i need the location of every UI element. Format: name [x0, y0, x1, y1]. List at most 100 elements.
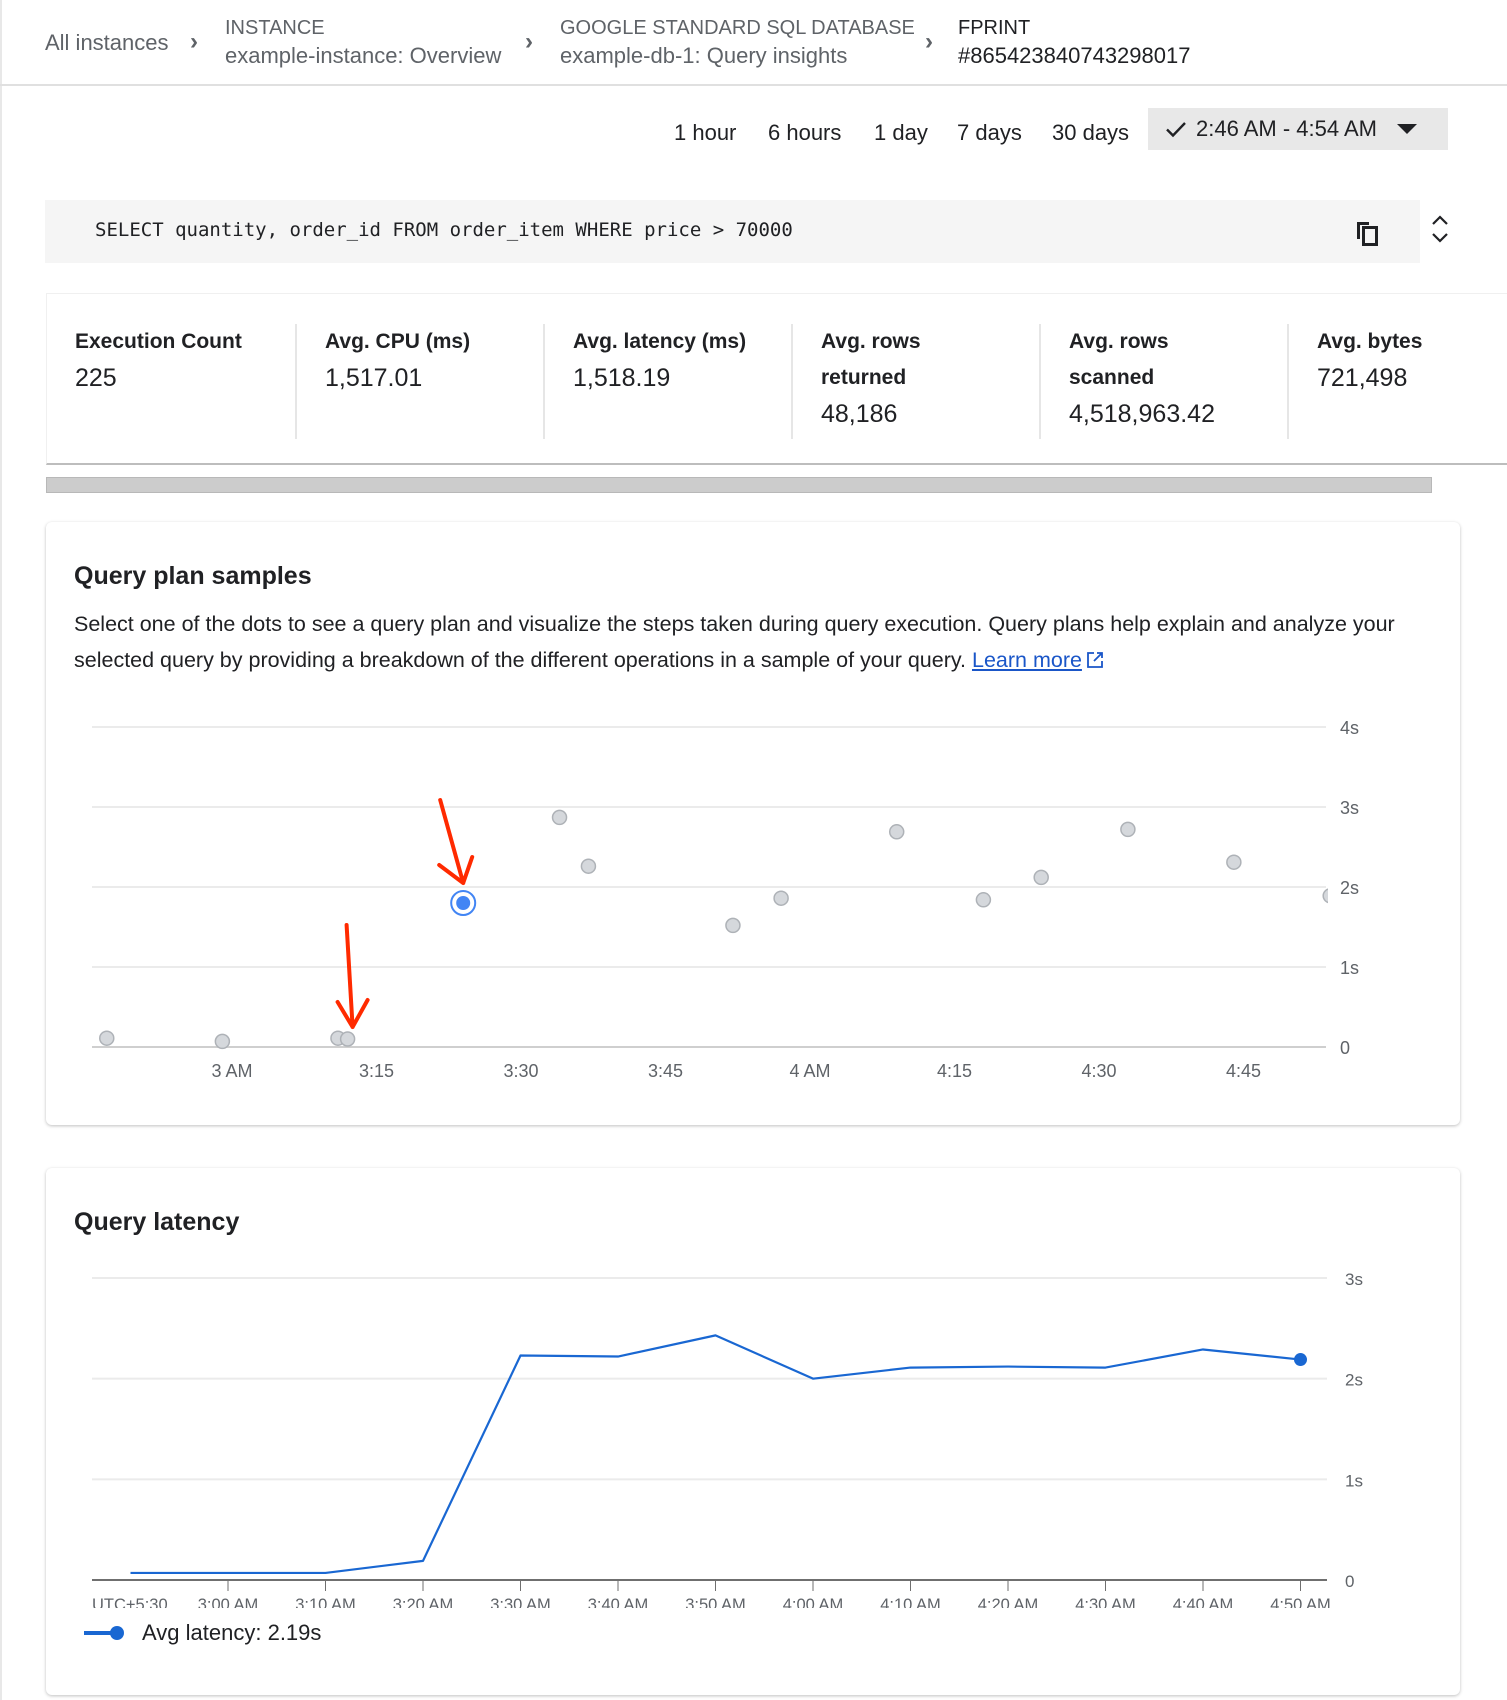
- dropdown-arrow-icon: [1396, 124, 1417, 134]
- card-title: Query plan samples: [74, 562, 312, 590]
- sample-dot[interactable]: [1120, 821, 1136, 838]
- annotation-arrow: [335, 923, 370, 1029]
- sample-dot[interactable]: [725, 917, 741, 934]
- external-link-icon: [1087, 652, 1103, 668]
- x-tick-label: 4:50 AM: [1270, 1596, 1331, 1608]
- sample-dot[interactable]: [773, 890, 789, 906]
- breadcrumb-database[interactable]: GOOGLE STANDARD SQL DATABASE example-db-…: [560, 16, 915, 72]
- x-tick-label: 3:30 AM: [490, 1596, 551, 1608]
- query-plan-scatter-chart: 0 1s 2s 3s 4s 3 AM 3:15 3:30 3:45 4 AM 4:15 4:30 4:4…: [92, 718, 1359, 1081]
- x-tick-label: 4:45: [1226, 1061, 1261, 1081]
- chart-legend: Avg latency: 2.19s: [84, 1620, 321, 1646]
- stat-value: 4,518,963.42: [1069, 400, 1215, 428]
- legend-swatch: [84, 1626, 124, 1640]
- x-tick-label: 3:45: [648, 1061, 683, 1081]
- sample-dot[interactable]: [580, 858, 597, 874]
- stat-value: 721,498: [1317, 364, 1408, 392]
- stat-label: Avg. bytes: [1317, 330, 1423, 353]
- stat-value: 1,518.19: [573, 364, 671, 392]
- sample-dot[interactable]: [975, 892, 992, 908]
- breadcrumb-all-instances[interactable]: All instances: [45, 30, 169, 56]
- annotation-arrow: [437, 798, 475, 885]
- x-tick-label: 4:30 AM: [1075, 1596, 1136, 1608]
- legend-value: 2.19s: [267, 1620, 322, 1645]
- card-description: Select one of the dots to see a query pl…: [74, 606, 1444, 678]
- chevron-right-icon: ›: [525, 28, 533, 55]
- y-tick-label: 3s: [1340, 798, 1359, 818]
- stat-avg-rows-scanned: Avg. rows scanned 4,518,963.42: [1039, 324, 1287, 439]
- selected-sample-dot[interactable]: [456, 896, 471, 910]
- y-tick-label: 2s: [1340, 878, 1359, 898]
- x-tick-label: UTC+5:30: [92, 1596, 168, 1608]
- y-tick-label: 1s: [1340, 958, 1359, 978]
- sample-dot[interactable]: [888, 824, 905, 840]
- x-tick-label: 4:00 AM: [783, 1596, 844, 1608]
- chevron-right-icon: ›: [190, 28, 198, 55]
- stat-value: 48,186: [821, 400, 898, 428]
- breadcrumb-fingerprint: FPRINT #865423840743298017: [958, 16, 1190, 72]
- x-tick-label: 3:15: [359, 1061, 394, 1081]
- stat-value: 1,517.01: [325, 364, 423, 392]
- y-tick-label: 0: [1340, 1038, 1350, 1058]
- x-tick-label: 3:10 AM: [295, 1596, 356, 1608]
- check-icon: [1166, 122, 1186, 138]
- y-tick-label: 1s: [1345, 1471, 1363, 1490]
- query-text: SELECT quantity, order_id FROM order_ite…: [95, 219, 793, 241]
- breadcrumb-label: example-instance: Overview: [225, 43, 502, 68]
- x-tick-label: 3:30: [503, 1061, 538, 1081]
- custom-range-label: 2:46 AM - 4:54 AM: [1196, 116, 1377, 141]
- range-1-day-button[interactable]: 1 day: [874, 113, 928, 153]
- breadcrumb-kicker: GOOGLE STANDARD SQL DATABASE: [560, 17, 915, 39]
- sample-dot[interactable]: [339, 1031, 356, 1047]
- stat-avg-bytes: Avg. bytes 721,498: [1287, 324, 1507, 439]
- breadcrumb-label: #865423840743298017: [958, 43, 1191, 68]
- range-6-hours-button[interactable]: 6 hours: [768, 113, 841, 153]
- page-edge: [0, 0, 2, 1700]
- breadcrumb: All instances › INSTANCE example-instanc…: [0, 0, 1507, 86]
- x-tick-label: 3:50 AM: [685, 1596, 746, 1608]
- breadcrumb-instance[interactable]: INSTANCE example-instance: Overview: [225, 16, 501, 72]
- sample-dot[interactable]: [1226, 854, 1242, 870]
- sample-dot[interactable]: [99, 1030, 115, 1046]
- x-tick-label: 3 AM: [211, 1061, 252, 1081]
- stat-label: Avg. latency (ms): [573, 330, 747, 353]
- custom-range-dropdown[interactable]: 2:46 AM - 4:54 AM: [1148, 108, 1448, 150]
- query-text-box: SELECT quantity, order_id FROM order_ite…: [45, 200, 1420, 263]
- range-1-hour-button[interactable]: 1 hour: [674, 113, 736, 153]
- query-latency-card: Query latency 0 1s 2s 3s UTC+5:30 3:00 AM 3:10…: [46, 1168, 1460, 1695]
- card-title: Query latency: [74, 1208, 240, 1236]
- stat-avg-cpu: Avg. CPU (ms) 1,517.01: [295, 324, 543, 439]
- sample-dot[interactable]: [551, 809, 568, 826]
- description-text: Select one of the dots to see a query pl…: [74, 612, 1395, 672]
- copy-icon[interactable]: [1355, 219, 1381, 247]
- y-tick-label: 3s: [1345, 1270, 1363, 1289]
- x-tick-label: 4:40 AM: [1173, 1596, 1234, 1608]
- stat-label: Avg. rows scanned: [1069, 330, 1169, 389]
- x-tick-label: 4:10 AM: [880, 1596, 941, 1608]
- stat-label: Avg. rows returned: [821, 330, 921, 389]
- x-tick-label: 3:00 AM: [198, 1596, 259, 1608]
- x-tick-label: 4 AM: [789, 1061, 830, 1081]
- unfold-icon[interactable]: [1428, 212, 1452, 246]
- stat-value: 225: [75, 364, 117, 392]
- query-plan-samples-card: Query plan samples Select one of the dot…: [46, 522, 1460, 1125]
- stat-execution-count: Execution Count 225: [47, 324, 295, 439]
- x-tick-label: 4:30: [1081, 1061, 1116, 1081]
- x-tick-label: 4:15: [937, 1061, 972, 1081]
- stat-avg-rows-returned: Avg. rows returned 48,186: [791, 324, 1039, 439]
- chevron-right-icon: ›: [925, 28, 933, 55]
- horizontal-scrollbar[interactable]: [46, 477, 1432, 493]
- breadcrumb-kicker: INSTANCE: [225, 17, 325, 39]
- breadcrumb-label: example-db-1: Query insights: [560, 43, 848, 68]
- x-tick-label: 4:20 AM: [978, 1596, 1039, 1608]
- sample-dot[interactable]: [214, 1033, 231, 1050]
- range-30-days-button[interactable]: 30 days: [1052, 113, 1129, 153]
- x-tick-label: 3:20 AM: [393, 1596, 454, 1608]
- learn-more-link[interactable]: Learn more: [972, 648, 1104, 672]
- sample-dot[interactable]: [1033, 869, 1049, 886]
- stat-label: Execution Count: [75, 330, 242, 353]
- range-7-days-button[interactable]: 7 days: [957, 113, 1022, 153]
- scatter-points: [99, 809, 1337, 1050]
- query-latency-line-chart: 0 1s 2s 3s UTC+5:30 3:00 AM 3:10 AM 3:20 AM 3:30…: [92, 1270, 1363, 1608]
- sample-dot[interactable]: [1322, 888, 1337, 904]
